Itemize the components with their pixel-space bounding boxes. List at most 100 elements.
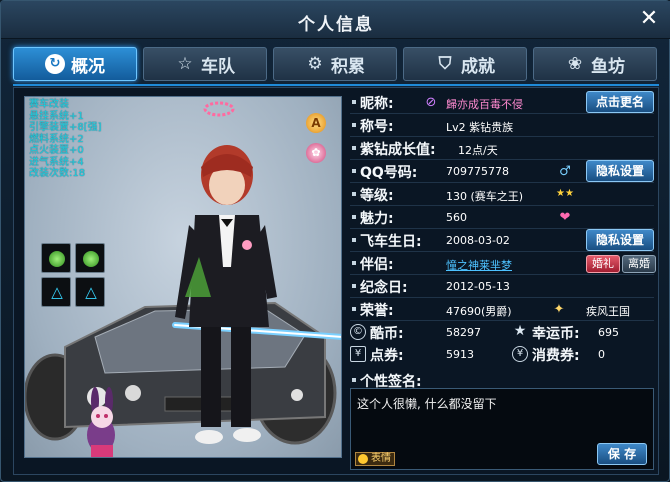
- bullet: [352, 261, 356, 265]
- anniversary-row: 纪念日: 2012-05-13: [350, 276, 654, 298]
- avatar-showcase[interactable]: 赛车改装 悬挂系统+1 引擎装置+8[强] 燃料系统+2 点火装置+0 进气系统…: [24, 96, 342, 458]
- tab-label: 成就: [461, 56, 495, 77]
- partner-link[interactable]: 憧之神莱芈梦: [446, 257, 512, 273]
- window-title: 个人信息: [298, 15, 374, 35]
- save-button[interactable]: 保 存: [597, 443, 647, 465]
- rotate-right-icon: [83, 251, 99, 267]
- lucky-coin-item: ★ 幸运币: 695: [512, 322, 654, 344]
- bullet: [352, 284, 356, 288]
- anniversary-value: 2012-05-13: [446, 280, 510, 293]
- divorce-button[interactable]: 离婚: [622, 255, 656, 273]
- bullet: [352, 192, 356, 196]
- coolcoin-value: 58297: [446, 326, 481, 339]
- wedding-button[interactable]: 婚礼: [586, 255, 620, 273]
- coolcoin-label: 酷币:: [370, 326, 404, 342]
- rotate-right-button[interactable]: [75, 243, 105, 273]
- title-label: 称号:: [360, 119, 394, 135]
- overview-panel: 赛车改装 悬挂系统+1 引擎装置+8[强] 燃料系统+2 点火装置+0 进气系统…: [13, 87, 659, 475]
- birthday-label: 飞车生日:: [360, 234, 422, 250]
- bullet: [352, 378, 356, 382]
- a-badge-icon[interactable]: A: [306, 113, 326, 133]
- mod-line: 燃料系统+2: [29, 133, 84, 145]
- mod-line: 进气系统+4: [29, 156, 84, 168]
- qq-value: 709775778: [446, 165, 509, 178]
- gift-badge-icon[interactable]: ✿: [306, 143, 326, 163]
- tab-accumulate[interactable]: ⚙ 积累: [273, 47, 397, 81]
- privacy-settings-button-2[interactable]: 隐私设置: [586, 229, 654, 251]
- star-icon: ☆: [177, 54, 193, 74]
- qq-row: QQ号码: 709775778 ♂ 隐私设置: [350, 160, 654, 183]
- achievement-icon: ⛉: [438, 54, 452, 74]
- title-value: Lv2 紫钻贵族: [446, 121, 514, 134]
- charm-label: 魅力:: [360, 211, 394, 227]
- gender-male-icon: ♂: [559, 164, 571, 179]
- bullet: [352, 238, 356, 242]
- bullet: [352, 215, 356, 219]
- view-up-button[interactable]: △: [41, 277, 71, 307]
- birthday-row: 飞车生日: 2008-03-02 隐私设置: [350, 229, 654, 252]
- growth-row: 紫钻成长值: 12点/天: [350, 138, 654, 160]
- growth-value: 12点/天: [458, 144, 498, 157]
- charm-row: 魅力: 560 ❤: [350, 207, 654, 229]
- nickname-row: 昵称: ⊘ 歸亦成百毒不侵 点击更名: [350, 91, 654, 114]
- triangle-icon: △: [85, 283, 97, 301]
- level-label: 等级:: [360, 188, 394, 204]
- view-controls: △ △: [41, 243, 105, 311]
- yen-icon: ¥: [512, 346, 528, 362]
- tab-fish-workshop[interactable]: ❀ 鱼坊: [533, 47, 657, 81]
- tab-underline: [13, 84, 659, 86]
- title-bar[interactable]: 个人信息 ✕: [1, 1, 670, 39]
- bullet: [352, 169, 356, 173]
- emoji-button-label: 表情: [371, 453, 391, 464]
- consume-voucher-label: 消费券:: [532, 348, 580, 364]
- tab-label: 鱼坊: [591, 56, 625, 77]
- nickname-label: 昵称:: [360, 96, 394, 112]
- rotate-left-button[interactable]: [41, 243, 71, 273]
- close-button[interactable]: ✕: [637, 7, 661, 31]
- tab-label: 概况: [71, 56, 105, 77]
- tab-bar: ↻ 概况 ☆ 车队 ⚙ 积累 ⛉ 成就 ❀ 鱼坊: [13, 45, 659, 85]
- growth-label: 紫钻成长值:: [360, 142, 436, 158]
- no-nickname-icon: ⊘: [425, 95, 437, 110]
- tab-achievement[interactable]: ⛉ 成就: [403, 47, 527, 81]
- tab-overview[interactable]: ↻ 概况: [13, 47, 137, 81]
- currency-panel: © 酷币: 58297 ★ 幸运币: 695 ¥ 点券: 5913 ¥ 消费券:…: [350, 312, 654, 364]
- privacy-settings-button[interactable]: 隐私设置: [586, 160, 654, 182]
- signature-text: 这个人很懒, 什么都没留下: [357, 397, 497, 411]
- bullet: [352, 307, 356, 311]
- mod-line: 赛车改装: [29, 99, 69, 110]
- tab-label: 积累: [331, 56, 365, 77]
- voucher-icon: ¥: [350, 346, 366, 362]
- partner-row: 伴侣: 憧之神莱芈梦 婚礼 离婚: [350, 253, 656, 275]
- emoji-button[interactable]: 表情: [355, 452, 395, 466]
- bullet: [352, 146, 356, 150]
- modification-list: 赛车改装 悬挂系统+1 引擎装置+8[强] 燃料系统+2 点火装置+0 进气系统…: [29, 99, 189, 180]
- gear-icon: ⚙: [307, 54, 323, 74]
- lucky-coin-value: 695: [598, 326, 619, 339]
- rename-button[interactable]: 点击更名: [586, 91, 654, 113]
- tab-team[interactable]: ☆ 车队: [143, 47, 267, 81]
- level-stars-icon: ★★: [556, 188, 574, 199]
- voucher-item: ¥ 点券: 5913: [350, 344, 500, 366]
- view-down-button[interactable]: △: [75, 277, 105, 307]
- voucher-label: 点券:: [370, 348, 404, 364]
- tab-label: 车队: [201, 56, 235, 77]
- voucher-value: 5913: [446, 348, 474, 361]
- profile-window: 个人信息 ✕ ↻ 概况 ☆ 车队 ⚙ 积累 ⛉ 成就 ❀ 鱼坊 赛车改装 悬挂系…: [0, 0, 670, 482]
- mod-line: 点火装置+0: [29, 145, 84, 156]
- anniversary-label: 纪念日:: [360, 280, 408, 296]
- charm-heart-icon: ❤: [559, 210, 571, 225]
- qq-label: QQ号码:: [360, 165, 418, 181]
- fish-icon: ❀: [567, 54, 583, 74]
- coolcoin-item: © 酷币: 58297: [350, 322, 500, 344]
- smiley-icon: [358, 454, 368, 464]
- mod-line: 改装次数:18: [29, 168, 86, 179]
- mod-line: 引擎装置+8[强]: [29, 122, 102, 133]
- birthday-value: 2008-03-02: [446, 234, 510, 247]
- bullet: [352, 123, 356, 127]
- signature-input[interactable]: 这个人很懒, 什么都没留下 表情 保 存: [350, 388, 654, 470]
- charm-value: 560: [446, 211, 467, 224]
- coolcoin-icon: ©: [350, 324, 366, 340]
- title-row: 称号: Lv2 紫钻贵族: [350, 115, 654, 137]
- nickname-value: 歸亦成百毒不侵: [446, 98, 523, 111]
